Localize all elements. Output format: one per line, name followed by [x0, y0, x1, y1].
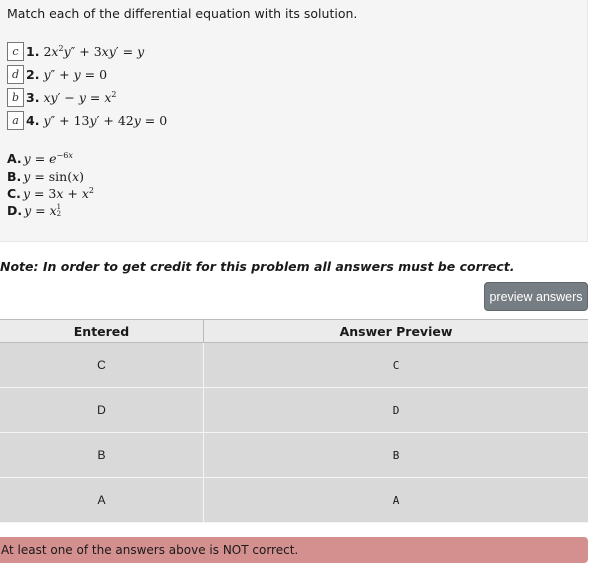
equation-3: xy′ − y = x2	[43, 89, 117, 105]
table-row: A A	[0, 478, 588, 523]
table-row: B B	[0, 433, 588, 478]
entered-cell: B	[97, 448, 106, 462]
incorrect-alert: At least one of the answers above is NOT…	[0, 537, 588, 563]
entered-cell: A	[97, 493, 106, 507]
preview-cell: D	[392, 403, 400, 417]
answer-input-2[interactable]: d	[7, 65, 24, 84]
question-row-3: b 3. xy′ − y = x2	[7, 87, 116, 108]
question-row-2: d 2. y″ + y = 0	[7, 64, 107, 85]
question-row-4: a 4. y″ + 13y′ + 42y = 0	[7, 110, 167, 131]
equation-4: y″ + 13y′ + 42y = 0	[43, 113, 168, 128]
answer-input-1[interactable]: c	[7, 42, 24, 61]
solution-a: y = e−6x	[23, 150, 73, 166]
question-number: 2.	[26, 67, 40, 82]
preview-cell: C	[392, 358, 400, 372]
option-letter: A.	[7, 151, 22, 166]
equation-2: y″ + y = 0	[43, 67, 108, 82]
option-letter: B.	[7, 169, 22, 184]
preview-cell: A	[392, 493, 400, 507]
option-c: C. y = 3x + x2	[7, 185, 94, 202]
option-letter: C.	[7, 186, 21, 201]
entered-cell: C	[97, 358, 106, 372]
option-d: D. y = x12	[7, 202, 61, 219]
table-row: D D	[0, 388, 588, 433]
table-row: C C	[0, 343, 588, 388]
results-header: Entered Answer Preview	[0, 319, 588, 344]
credit-note: Note: In order to get credit for this pr…	[0, 259, 515, 274]
solution-d: y = x12	[24, 203, 62, 218]
header-entered: Entered	[73, 323, 130, 339]
option-letter: D.	[7, 203, 23, 218]
equation-1: 2x2y″ + 3xy′ = y	[43, 43, 145, 59]
question-number: 1.	[26, 44, 40, 59]
header-answer-preview: Answer Preview	[339, 323, 453, 339]
question-row-1: c 1. 2x2y″ + 3xy′ = y	[7, 41, 144, 62]
preview-answers-button[interactable]: preview answers	[484, 282, 588, 311]
solution-b: y = sin(x)	[23, 169, 85, 184]
question-number: 3.	[26, 90, 40, 105]
preview-cell: B	[392, 448, 400, 462]
problem-panel: Match each of the differential equation …	[0, 0, 588, 242]
option-a: A. y = e−6x	[7, 150, 73, 167]
problem-intro: Match each of the differential equation …	[7, 6, 358, 21]
entered-cell: D	[97, 403, 106, 417]
answer-input-4[interactable]: a	[7, 111, 24, 130]
answer-input-3[interactable]: b	[7, 88, 24, 107]
solution-c: y = 3x + x2	[22, 185, 95, 201]
question-number: 4.	[26, 113, 40, 128]
option-b: B. y = sin(x)	[7, 168, 84, 185]
